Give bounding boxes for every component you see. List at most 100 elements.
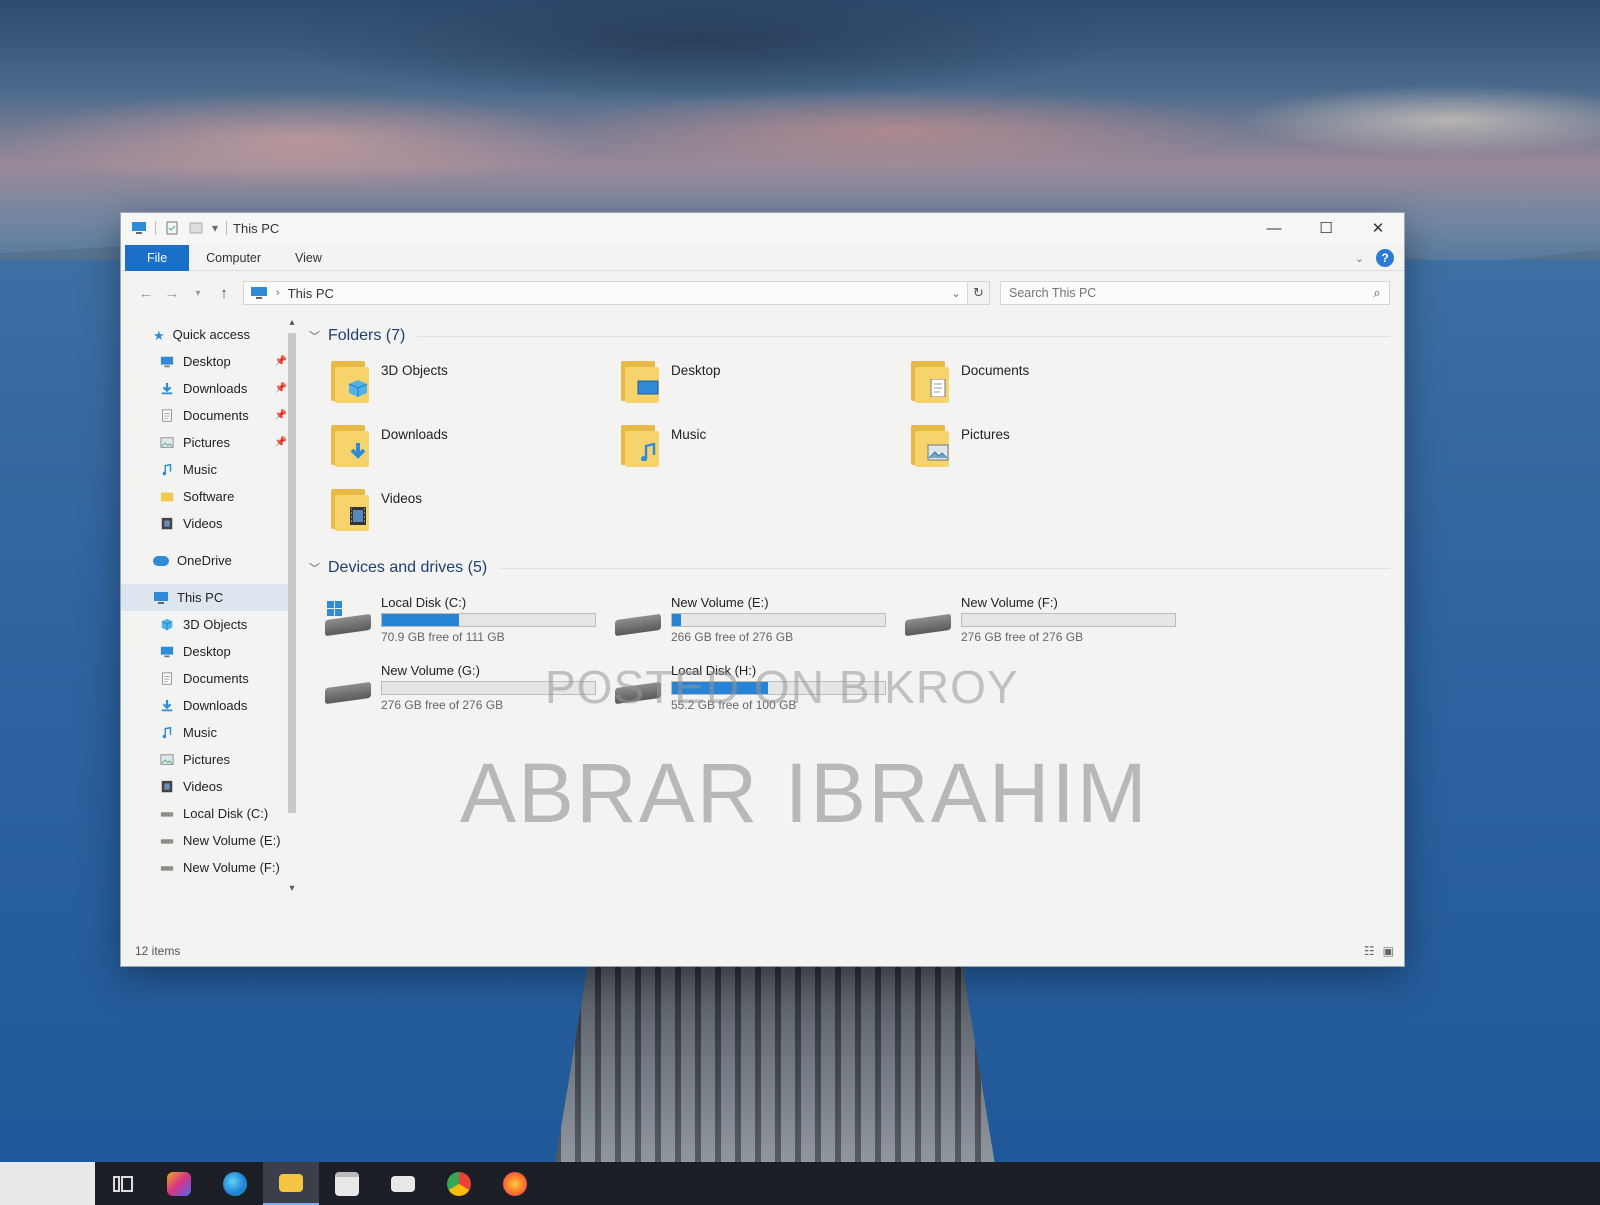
- details-view-icon[interactable]: ☷: [1364, 944, 1375, 958]
- sidebar-item-software[interactable]: Software: [121, 483, 291, 510]
- folder-name: Videos: [381, 491, 423, 506]
- sidebar-item-pc-new-volume-e-[interactable]: New Volume (E:): [121, 827, 291, 854]
- file-explorer-icon[interactable]: [263, 1162, 319, 1205]
- chevron-down-icon[interactable]: ﹀: [309, 328, 320, 344]
- drive-name: Local Disk (C:): [381, 594, 467, 610]
- chevron-down-icon[interactable]: ﹀: [309, 560, 320, 576]
- this-pc-icon: [154, 591, 168, 604]
- sidebar-item-pc-downloads[interactable]: Downloads: [121, 692, 291, 719]
- sidebar-item-videos[interactable]: Videos: [121, 510, 291, 537]
- pictures-icon: [160, 753, 174, 765]
- close-button[interactable]: ✕: [1352, 213, 1404, 243]
- search-icon[interactable]: ⌕: [1365, 285, 1389, 301]
- address-bar[interactable]: › This PC ⌄: [243, 281, 968, 305]
- folder-item[interactable]: Music: [619, 421, 909, 477]
- tab-file[interactable]: File: [125, 244, 190, 271]
- status-bar: 12 items ☷ ▣: [121, 936, 1404, 966]
- customize-qat-icon[interactable]: ▾: [212, 221, 218, 235]
- sidebar-item-music[interactable]: Music: [121, 456, 291, 483]
- scroll-down-icon[interactable]: ▾: [285, 883, 299, 894]
- recent-locations-icon[interactable]: ▾: [185, 288, 211, 299]
- sidebar-item-pc-new-volume-f-[interactable]: New Volume (F:): [121, 854, 291, 881]
- sidebar-item-pc-pictures[interactable]: Pictures: [121, 746, 291, 773]
- folder-item[interactable]: Videos: [329, 485, 619, 541]
- group-title: Devices and drives (5): [328, 559, 488, 576]
- expand-ribbon-icon[interactable]: ⌄: [1355, 252, 1364, 265]
- drive-icon: [160, 811, 174, 817]
- scroll-up-icon[interactable]: ▴: [285, 317, 299, 328]
- folder-item[interactable]: Documents: [909, 357, 1199, 413]
- sidebar-item-pc-desktop[interactable]: Desktop: [121, 638, 291, 665]
- drive-item[interactable]: New Volume (E:) 266 GB free of 276 GB: [613, 591, 903, 647]
- drive-icon: [903, 599, 953, 639]
- breadcrumb[interactable]: This PC: [288, 286, 334, 301]
- store-icon[interactable]: [319, 1162, 375, 1205]
- firefox-icon[interactable]: [487, 1162, 543, 1205]
- sidebar-item-pc-music[interactable]: Music: [121, 719, 291, 746]
- desktop-icon: [637, 380, 659, 395]
- folder-grid: 3D Objects Desktop Documents Downloads Music…: [309, 357, 1390, 541]
- up-button[interactable]: ↑: [211, 285, 237, 302]
- nav-scrollbar[interactable]: ▴ ▾: [285, 317, 299, 897]
- sidebar-item-label: Music: [183, 725, 217, 740]
- sidebar-item-desktop[interactable]: Desktop 📌: [121, 348, 291, 375]
- folders-group-header[interactable]: ﹀ Folders (7): [309, 321, 1390, 351]
- downloads-icon: [161, 699, 173, 711]
- taskbar-search-box[interactable]: [0, 1162, 95, 1205]
- sidebar-item-pc-videos[interactable]: Videos: [121, 773, 291, 800]
- forward-button[interactable]: →: [159, 285, 185, 302]
- breadcrumb-separator-icon[interactable]: ›: [276, 287, 280, 299]
- mail-icon[interactable]: [375, 1162, 431, 1205]
- sidebar-item-this-pc[interactable]: This PC: [121, 584, 291, 611]
- new-folder-icon[interactable]: [188, 220, 204, 236]
- help-icon[interactable]: ?: [1376, 249, 1394, 267]
- tab-computer[interactable]: Computer: [189, 245, 278, 271]
- task-view-icon[interactable]: [95, 1162, 151, 1205]
- sidebar-item-downloads[interactable]: Downloads 📌: [121, 375, 291, 402]
- drive-icon: [323, 667, 373, 707]
- minimize-button[interactable]: —: [1248, 213, 1300, 243]
- sidebar-item-pictures[interactable]: Pictures 📌: [121, 429, 291, 456]
- sidebar-item-pc-documents[interactable]: Documents: [121, 665, 291, 692]
- title-bar[interactable]: ▾ This PC — ☐ ✕: [121, 213, 1404, 243]
- office-icon[interactable]: [151, 1162, 207, 1205]
- edge-icon[interactable]: [207, 1162, 263, 1205]
- sidebar-item-pc-local-disk-c-[interactable]: Local Disk (C:): [121, 800, 291, 827]
- file-explorer-window[interactable]: ▾ This PC — ☐ ✕ File Computer View ⌄ ? ←…: [120, 212, 1405, 967]
- folder-item[interactable]: 3D Objects: [329, 357, 619, 413]
- properties-icon[interactable]: [164, 220, 180, 236]
- tab-view[interactable]: View: [278, 245, 339, 271]
- drive-item[interactable]: Local Disk (C:) 70.9 GB free of 111 GB: [323, 591, 613, 647]
- sidebar-item-label: This PC: [177, 590, 224, 605]
- drives-group-header[interactable]: ﹀ Devices and drives (5): [309, 553, 1390, 583]
- sidebar-item-label: Documents: [183, 671, 249, 686]
- folder-item[interactable]: Desktop: [619, 357, 909, 413]
- sidebar-item-label: Desktop: [183, 644, 231, 659]
- search-input[interactable]: [1009, 286, 1365, 300]
- sidebar-item-label: Local Disk (C:): [183, 806, 269, 821]
- search-box[interactable]: ⌕: [1000, 281, 1390, 305]
- sidebar-item-quick-access[interactable]: ★ Quick access: [121, 321, 291, 348]
- chrome-icon[interactable]: [431, 1162, 487, 1205]
- navigation-bar: ← → ▾ ↑ › This PC ⌄ ↻ ⌕: [121, 277, 1404, 309]
- maximize-button[interactable]: ☐: [1300, 213, 1352, 243]
- sidebar-item-pc-3d-objects[interactable]: 3D Objects: [121, 611, 291, 638]
- address-dropdown-icon[interactable]: ⌄: [945, 287, 967, 300]
- navigation-pane: ★ Quick access Desktop 📌 Downloads 📌 Documen…: [121, 313, 291, 893]
- folder-item[interactable]: Pictures: [909, 421, 1199, 477]
- drive-usage-bar: [381, 612, 596, 627]
- folder-name: Desktop: [671, 363, 721, 378]
- sidebar-item-documents[interactable]: Documents 📌: [121, 402, 291, 429]
- sidebar-item-label: Documents: [183, 408, 249, 423]
- sidebar-item-label: New Volume (F:): [183, 860, 280, 875]
- back-button[interactable]: ←: [133, 285, 159, 302]
- sidebar-item-onedrive[interactable]: OneDrive: [121, 547, 291, 574]
- videos-icon: [161, 517, 173, 529]
- downloads-icon: [350, 443, 366, 459]
- sidebar-item-label: Downloads: [183, 698, 248, 713]
- scroll-thumb[interactable]: [288, 333, 296, 813]
- drive-item[interactable]: New Volume (F:) 276 GB free of 276 GB: [903, 591, 1193, 647]
- large-icons-view-icon[interactable]: ▣: [1383, 944, 1394, 958]
- refresh-button[interactable]: ↻: [968, 281, 990, 305]
- folder-item[interactable]: Downloads: [329, 421, 619, 477]
